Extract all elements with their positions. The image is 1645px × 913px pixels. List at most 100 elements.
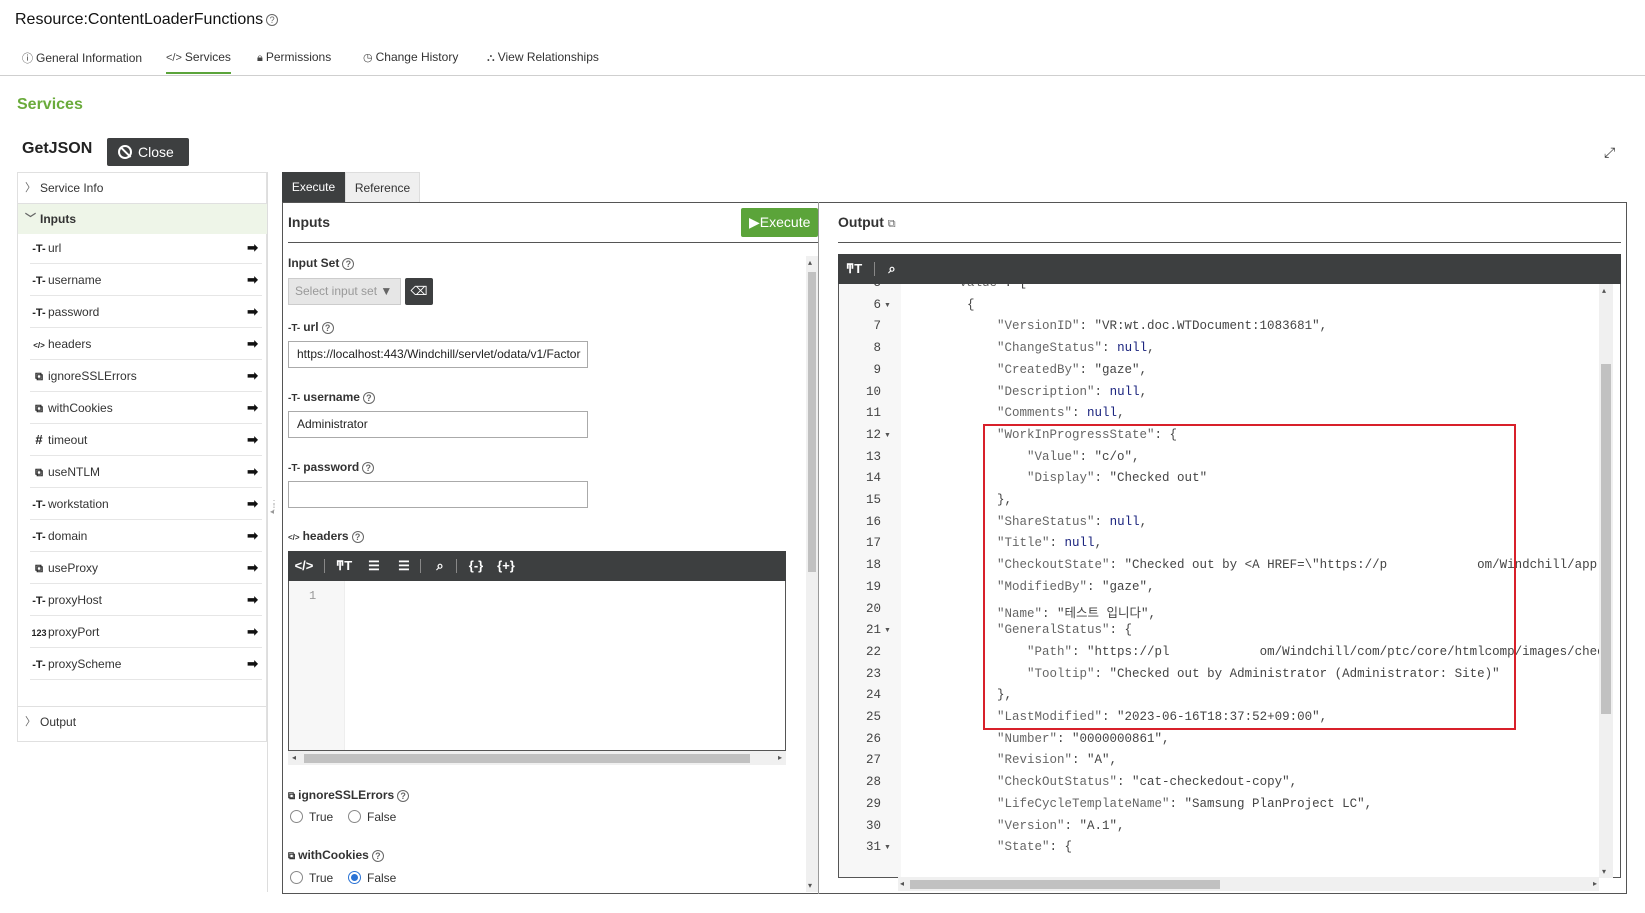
radio-label: False [367,871,397,885]
tab-permissions[interactable]: 🔒︎ Permissions [257,50,331,73]
panel-splitter[interactable]: ⋮ ⋮ ◂ [267,172,278,892]
inputs-vertical-scrollbar[interactable]: ▴ ▾ [806,256,818,892]
password-input[interactable] [288,481,588,508]
input-param-item[interactable]: -T-workstation ➡ [30,488,262,520]
indent-icon[interactable]: ☰ [362,551,386,581]
close-button[interactable]: Close [107,138,189,166]
username-input[interactable]: Administrator [288,411,588,438]
input-param-item[interactable]: ⧉ useProxy ➡ [30,552,262,584]
url-input[interactable]: https://localhost:443/Windchill/servlet/… [288,341,588,368]
boolean-icon: ⧉ [35,403,43,415]
execute-button[interactable]: ▶Execute [741,208,818,237]
input-param-item[interactable]: ⧉ withCookies ➡ [30,392,262,424]
expand-json-icon[interactable]: {+} [494,551,518,581]
help-icon[interactable]: ? [362,391,375,404]
with-cookies-true-radio[interactable]: True [290,871,333,885]
help-icon[interactable]: ? [321,321,334,334]
label-text: url [303,320,319,334]
sidebar-head-label: Output [40,715,77,729]
scroll-up-icon[interactable]: ▴ [1602,286,1606,295]
radio-button[interactable] [290,871,303,884]
output-horizontal-scrollbar[interactable]: ◂ ▸ [898,877,1599,891]
fold-arrow-icon[interactable]: ▼ [884,844,891,851]
help-icon[interactable]: ? [371,849,384,862]
scrollbar-thumb[interactable] [1601,364,1611,714]
input-param-item[interactable]: -T-url ➡ [30,232,262,264]
string-icon: -T- [32,531,46,543]
line-number: 14 [865,471,881,486]
integer-icon: 123 [31,628,47,638]
help-icon[interactable]: ? [397,789,410,802]
radio-button-selected[interactable] [348,871,361,884]
headers-editor[interactable]: 1 [288,581,786,751]
collapse-json-icon[interactable]: {-} [464,551,488,581]
radio-button[interactable] [290,810,303,823]
input-param-item[interactable]: -T-domain ➡ [30,520,262,552]
section-title: Services [17,96,83,113]
panel-divider[interactable] [818,202,819,894]
input-param-item[interactable]: ⧉ ignoreSSLErrors ➡ [30,360,262,392]
tab-change-history[interactable]: ◷ Change History [363,50,458,72]
input-param-item[interactable]: </> headers ➡ [30,328,262,360]
text-format-icon[interactable]: ͳT [842,254,866,284]
input-param-item[interactable]: -T-password ➡ [30,296,262,328]
param-label: username [48,273,102,287]
output-editor-toolbar: ͳT ⌕ [838,254,1621,284]
arrow-right-icon: ➡ [247,464,258,479]
scroll-left-icon[interactable]: ◂ [900,879,904,888]
search-icon[interactable]: ⌕ [428,551,452,581]
scroll-down-icon[interactable]: ▾ [808,881,812,890]
scrollbar-thumb[interactable] [808,272,816,572]
tab-general-information[interactable]: ⓘ General Information [22,50,142,74]
input-param-item[interactable]: ⧉ useNTLM ➡ [30,456,262,488]
radio-button[interactable] [348,810,361,823]
clear-button[interactable]: ⌫ [405,278,433,305]
popout-icon[interactable]: ⧉ [888,218,896,230]
ignore-ssl-true-radio[interactable]: True [290,810,333,824]
sidebar-output[interactable]: 〉 Output [18,706,268,737]
arrow-right-icon: ➡ [247,592,258,607]
scroll-down-icon[interactable]: ▾ [1602,867,1606,876]
label-text: password [303,460,360,474]
with-cookies-false-radio[interactable]: False [348,871,396,885]
fold-arrow-icon[interactable]: ▼ [884,302,891,309]
boolean-icon: ⧉ [35,563,43,575]
tab-execute[interactable]: Execute [282,172,345,203]
scroll-right-icon[interactable]: ▸ [778,753,782,762]
input-param-item[interactable]: -T-proxyScheme ➡ [30,648,262,680]
code-view-icon[interactable]: </> [292,551,316,581]
line-number: 24 [865,688,881,703]
scroll-right-icon[interactable]: ▸ [1593,879,1597,888]
help-icon[interactable]: ? [266,13,279,26]
scroll-left-icon[interactable]: ◂ [292,753,296,762]
sidebar-service-info[interactable]: 〉 Service Info [18,172,268,203]
tab-services[interactable]: </> Services [166,50,231,74]
scrollbar-thumb[interactable] [910,880,1220,889]
help-icon[interactable]: ? [342,257,355,270]
search-icon[interactable]: ⌕ [880,254,904,284]
service-name: GetJSON [22,140,93,157]
help-icon[interactable]: ? [351,530,364,543]
input-param-item[interactable]: 123proxyPort ➡ [30,616,262,648]
fold-arrow-icon[interactable]: ▼ [884,627,891,634]
ignore-ssl-false-radio[interactable]: False [348,810,396,824]
scroll-up-icon[interactable]: ▴ [808,258,812,267]
input-param-item[interactable]: # timeout ➡ [30,424,262,456]
text-format-icon[interactable]: ͳT [332,551,356,581]
input-param-item[interactable]: -T-username ➡ [30,264,262,296]
tab-view-relationships[interactable]: ⛬ View Relationships [487,50,599,73]
scrollbar-thumb[interactable] [304,754,750,763]
sidebar-inputs[interactable]: ﹀ Inputs [18,203,268,234]
fold-arrow-icon[interactable]: ▼ [884,432,891,439]
tab-reference[interactable]: Reference [345,172,420,203]
execute-button-label: Execute [759,214,811,230]
code-line: "Number": "0000000861", [997,731,1170,746]
input-param-item[interactable]: -T-proxyHost ➡ [30,584,262,616]
radio-label: True [309,871,334,885]
headers-horizontal-scrollbar[interactable]: ◂ ▸ [288,751,786,765]
expand-icon[interactable]: ⤢ [1604,144,1615,161]
output-vertical-scrollbar[interactable]: ▴ ▾ [1599,284,1613,878]
outdent-icon[interactable]: ☰ [392,551,416,581]
input-set-select[interactable]: Select input set ▼ [288,278,401,305]
help-icon[interactable]: ? [362,461,375,474]
